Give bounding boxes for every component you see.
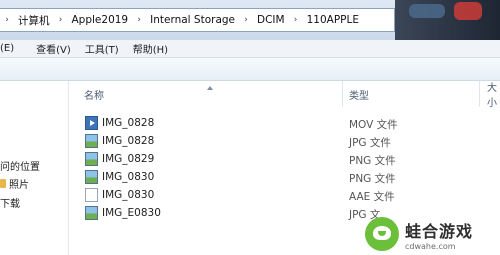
breadcrumb-computer[interactable]: 计算机 xyxy=(14,13,54,28)
file-row[interactable]: IMG_0830 AAE 文件 xyxy=(69,186,500,204)
frog-logo-icon xyxy=(365,217,399,251)
file-name: IMG_0828 xyxy=(102,117,155,129)
file-row[interactable]: IMG_0828 MOV 文件 xyxy=(69,114,500,132)
column-divider[interactable] xyxy=(342,81,343,107)
image-file-icon xyxy=(85,134,98,148)
nav-item-label: 下载 xyxy=(0,199,20,210)
file-row[interactable]: IMG_0830 PNG 文件 xyxy=(69,168,500,186)
breadcrumb-current-folder[interactable]: 110APPLE xyxy=(303,14,363,26)
file-type: PNG 文件 xyxy=(349,173,396,185)
image-file-icon xyxy=(85,170,98,184)
file-name: IMG_0830 xyxy=(102,171,155,183)
nav-item-recent-places[interactable]: 问的位置 xyxy=(0,158,40,173)
command-toolbar xyxy=(0,58,500,81)
column-header-type[interactable]: 类型 xyxy=(349,81,369,107)
watermark-url: cdwahe.com xyxy=(405,241,456,251)
sort-ascending-icon xyxy=(207,86,213,90)
background-window-edge xyxy=(395,0,500,40)
navigation-pane: 问的位置 照片 下载 xyxy=(0,81,69,255)
nav-item-label: 问的位置 xyxy=(0,162,40,173)
image-file-icon xyxy=(85,206,98,220)
chevron-right-icon[interactable]: › xyxy=(289,15,303,25)
file-row[interactable]: IMG_0829 PNG 文件 xyxy=(69,150,500,168)
file-type: AAE 文件 xyxy=(349,191,395,203)
menu-bar: (E) 查看(V) 工具(T) 帮助(H) xyxy=(0,40,500,58)
file-type: JPG 文件 xyxy=(349,137,391,149)
column-divider[interactable] xyxy=(479,81,480,107)
column-header-label: 大小 xyxy=(487,83,497,109)
column-header-size[interactable]: 大小 xyxy=(487,81,500,109)
file-name: IMG_E0830 xyxy=(102,207,161,219)
document-file-icon xyxy=(85,188,98,202)
menu-view[interactable]: 查看(V) xyxy=(36,41,79,56)
breadcrumb[interactable]: › 计算机 › Apple2019 › Internal Storage › D… xyxy=(0,8,395,32)
nav-item-photos[interactable]: 照片 xyxy=(0,176,29,191)
background-decoration xyxy=(454,2,482,20)
nav-item-downloads[interactable]: 下载 xyxy=(0,195,20,210)
nav-item-label: 照片 xyxy=(9,180,29,191)
file-row[interactable]: IMG_0828 JPG 文件 xyxy=(69,132,500,150)
address-bar: › 计算机 › Apple2019 › Internal Storage › D… xyxy=(0,0,500,41)
watermark-title: 蛙合游戏 xyxy=(405,221,474,241)
video-file-icon xyxy=(85,116,98,130)
menu-edit[interactable]: (E) xyxy=(0,43,22,54)
column-header-label: 类型 xyxy=(349,90,369,102)
image-file-icon xyxy=(85,152,98,166)
chevron-right-icon[interactable]: › xyxy=(239,15,253,25)
file-type: PNG 文件 xyxy=(349,155,396,167)
menu-help[interactable]: 帮助(H) xyxy=(133,41,176,56)
column-header-name[interactable]: 名称 xyxy=(84,81,104,107)
breadcrumb-dcim[interactable]: DCIM xyxy=(253,14,289,26)
menu-tools[interactable]: 工具(T) xyxy=(85,41,127,56)
file-name: IMG_0829 xyxy=(102,153,155,165)
folder-icon xyxy=(0,179,6,188)
file-name: IMG_0828 xyxy=(102,135,155,147)
chevron-right-icon[interactable]: › xyxy=(54,15,68,25)
chevron-right-icon[interactable]: › xyxy=(0,15,14,25)
breadcrumb-storage[interactable]: Internal Storage xyxy=(146,14,239,26)
chevron-right-icon[interactable]: › xyxy=(132,15,146,25)
background-decoration xyxy=(409,4,445,18)
breadcrumb-device[interactable]: Apple2019 xyxy=(68,14,133,26)
column-header-label: 名称 xyxy=(84,90,104,102)
watermark: 蛙合游戏 cdwahe.com xyxy=(365,213,500,255)
file-name: IMG_0830 xyxy=(102,189,155,201)
file-type: MOV 文件 xyxy=(349,119,398,131)
